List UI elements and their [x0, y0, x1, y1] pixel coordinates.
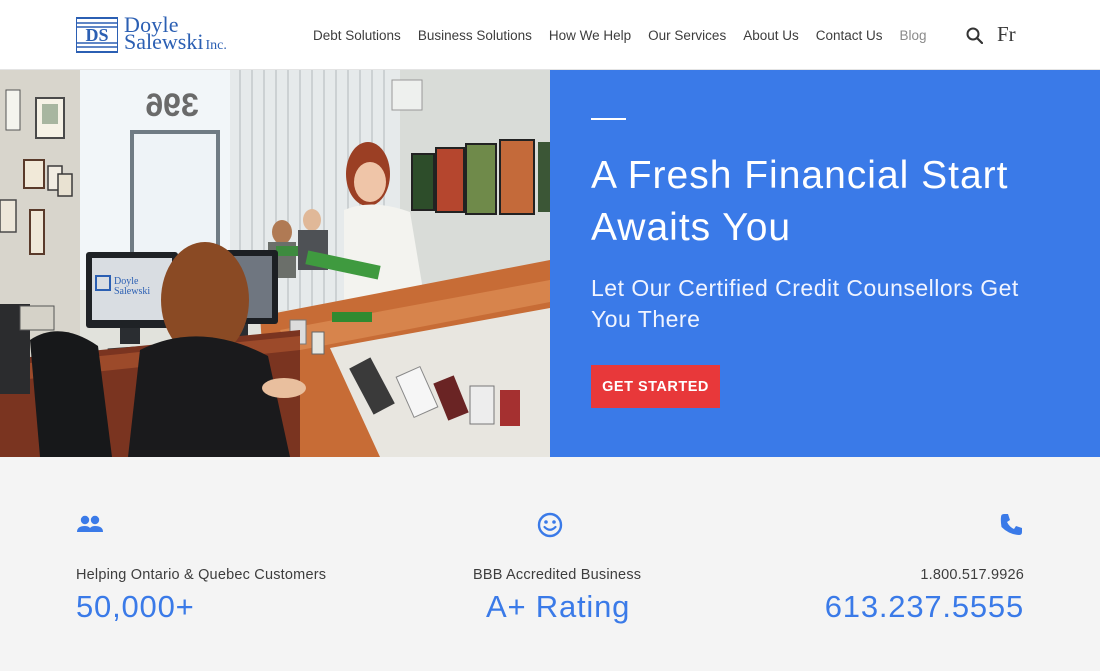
- nav-how-we-help[interactable]: How We Help: [549, 28, 631, 43]
- brand-line2: Salewski: [124, 29, 204, 54]
- people-icon: [77, 515, 103, 532]
- smiley-icon: [537, 512, 563, 538]
- brand-wordmark: Doyle Salewski Inc.: [124, 14, 227, 54]
- get-started-button[interactable]: GET STARTED: [591, 365, 720, 408]
- office-number-text: 396: [145, 87, 198, 123]
- language-toggle[interactable]: Fr: [997, 22, 1016, 47]
- nav-contact-us[interactable]: Contact Us: [816, 28, 883, 43]
- ds-logo-icon: DS: [76, 17, 118, 53]
- hero-title: A Fresh Financial Start Awaits You: [591, 154, 1009, 249]
- hero-panel: A Fresh Financial Start Awaits You Let O…: [550, 70, 1100, 457]
- brand-logo[interactable]: DS Doyle Salewski Inc.: [76, 14, 236, 55]
- stats-section: Helping Ontario & Quebec Customers 50,00…: [0, 457, 1100, 671]
- stat-bbb-value: A+ Rating: [486, 589, 631, 624]
- stat-customers-label: Helping Ontario & Quebec Customers: [76, 567, 327, 583]
- stat-bbb-label: BBB Accredited Business: [473, 567, 642, 583]
- nav-debt-solutions[interactable]: Debt Solutions: [313, 28, 401, 43]
- logo-mark-text: DS: [85, 25, 108, 45]
- site-header: DS Doyle Salewski Inc. Debt Solutions Bus…: [0, 0, 1100, 70]
- phone-icon[interactable]: [997, 511, 1025, 539]
- stat-local-phone[interactable]: 613.237.5555: [825, 589, 1024, 625]
- hero-divider: [591, 118, 626, 120]
- stat-customers-value: 50,000+: [76, 589, 195, 624]
- nav-blog[interactable]: Blog: [900, 28, 927, 43]
- nav-our-services[interactable]: Our Services: [648, 28, 726, 43]
- hero-subtitle: Let Our Certified Credit Counsellors Get…: [591, 275, 1019, 332]
- monitor-logo-line2: Salewski: [114, 286, 150, 297]
- brand-suffix: Inc.: [205, 38, 227, 53]
- main-nav: Debt Solutions Business Solutions How We…: [313, 0, 944, 70]
- hero-photo: 396 Doyle Salewski: [0, 70, 550, 457]
- hero-section: 396 Doyle Salewski A Fresh Financial Sta…: [0, 70, 1100, 457]
- search-icon[interactable]: [966, 27, 983, 44]
- stat-tollfree-phone[interactable]: 1.800.517.9926: [920, 567, 1024, 583]
- nav-business-solutions[interactable]: Business Solutions: [418, 28, 532, 43]
- office-reception-illustration: 396 Doyle Salewski: [0, 70, 550, 457]
- nav-about-us[interactable]: About Us: [743, 28, 799, 43]
